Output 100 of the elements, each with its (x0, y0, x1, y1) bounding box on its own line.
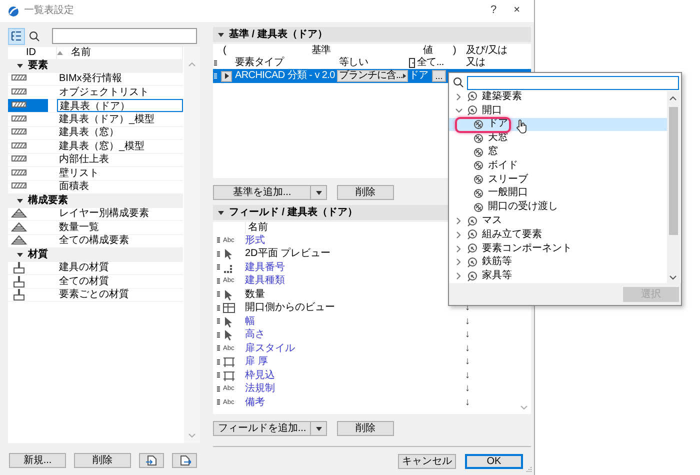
window-title: 一覧表設定 (24, 5, 74, 17)
drag-handle-icon (216, 278, 220, 285)
chevron-right-icon[interactable] (455, 244, 463, 253)
column-header: ( (222, 44, 228, 56)
list-item[interactable]: 壁リスト (8, 167, 183, 180)
frame-icon (223, 370, 235, 382)
scroll-up-icon (188, 61, 196, 67)
table-cell-text: ARCHICAD 分類 - v 2.0 (234, 70, 336, 82)
dropdown-button[interactable] (311, 185, 327, 200)
search-field[interactable] (52, 28, 197, 44)
search-field[interactable] (467, 76, 679, 90)
delete-button[interactable]: 削除 (337, 185, 394, 200)
field-name[interactable]: 開口側からのビュー (245, 302, 465, 314)
list-item[interactable]: 全ての材質 (8, 275, 183, 288)
section-header[interactable]: 基準 / 建具表（ドア） (213, 27, 531, 42)
drag-handle-icon (216, 372, 220, 380)
scroll-down-icon (669, 275, 677, 281)
caret-down-icon (314, 424, 322, 432)
file-export-icon (178, 455, 190, 466)
chevron-right-icon[interactable] (455, 230, 463, 239)
stack-icon (11, 220, 27, 234)
category-icon (467, 216, 478, 227)
field-name[interactable]: 法規制 (245, 383, 465, 396)
delete-button[interactable]: 削除 (337, 421, 394, 436)
category-icon (467, 229, 478, 240)
tree-item[interactable]: ボイド (449, 158, 667, 173)
list-item[interactable]: BIMx発行情報 (8, 72, 183, 86)
split-button[interactable]: 基準を追加... (213, 185, 311, 200)
search-icon (29, 30, 40, 42)
list-item[interactable]: 要素ごとの材質 (8, 288, 183, 302)
tree-item[interactable]: 窓 (449, 145, 667, 159)
field-name[interactable]: 扉スタイル (245, 342, 465, 355)
sort-ascending-icon (57, 51, 63, 55)
chevron-right-icon[interactable] (455, 217, 463, 226)
sort-order: ↓ (465, 356, 471, 368)
window-grid-icon (223, 302, 235, 314)
import-button[interactable] (139, 453, 164, 468)
drag-handle-icon (213, 72, 218, 80)
operator-dropdown[interactable]: ブランチに含... (337, 70, 408, 82)
browse-button[interactable]: ... (432, 70, 446, 82)
list-item[interactable]: レイヤー別構成要素 (8, 208, 183, 221)
export-button[interactable] (172, 453, 197, 468)
tree-item[interactable]: スリーブ (449, 172, 667, 187)
caret-down-icon[interactable] (16, 196, 24, 205)
field-name[interactable]: 扉 厚 (245, 356, 465, 368)
list-item[interactable]: 建具表（ドア）_模型 (8, 113, 183, 126)
sort-order: ↓ (465, 302, 471, 314)
chevron-right-icon[interactable] (455, 258, 463, 266)
field-name[interactable]: 高さ (245, 329, 465, 342)
close-button[interactable]: × (508, 4, 526, 18)
tree-item[interactable]: ドア (449, 118, 667, 132)
drag-handle-icon (216, 237, 220, 244)
category-icon (467, 91, 478, 102)
drag-handle-icon (216, 386, 220, 393)
cancel-button[interactable]: キャンセル (398, 454, 456, 469)
tree-item[interactable]: 要素コンポーネント (449, 242, 667, 256)
tree-item[interactable]: 鉄筋等 (449, 256, 667, 270)
criteria-row[interactable]: 要素タイプ 等しい 全て... 又は (213, 57, 531, 69)
caret-down-icon[interactable] (16, 62, 24, 70)
list-item[interactable]: 数量一覧 (8, 221, 183, 234)
list-item[interactable]: 建具表（窓） (8, 126, 183, 140)
drag-handle-icon (213, 60, 218, 66)
stack-icon (11, 207, 27, 220)
tree-item[interactable]: 建築要素 (449, 90, 667, 104)
field-name[interactable]: 備考 (245, 396, 465, 409)
expand-button[interactable] (221, 70, 232, 82)
scroll-down-icon (188, 433, 196, 439)
drag-handle-icon (216, 250, 220, 258)
brush-icon (11, 288, 27, 302)
sort-order: ↓ (465, 383, 471, 396)
app-logo-icon (8, 6, 19, 16)
group-label: 材質 (28, 248, 48, 261)
tree-item[interactable]: 家具等 (449, 269, 667, 283)
chevron-right-icon[interactable] (455, 272, 463, 280)
sort-order: ↓ (465, 342, 471, 355)
table-cell: ドア (409, 70, 428, 82)
chevron-down-icon[interactable] (455, 106, 463, 115)
chevron-right-icon[interactable] (455, 92, 463, 101)
help-button[interactable]: ? (484, 4, 503, 18)
button[interactable]: 削除 (74, 453, 131, 468)
hatched-circle-icon (473, 132, 484, 144)
tree-item[interactable]: 開口 (449, 104, 667, 118)
field-name[interactable]: 幅 (245, 316, 465, 328)
list-item[interactable]: 建具表（窓）_模型 (8, 140, 183, 154)
sort-order: ↓ (465, 329, 471, 342)
field-name[interactable]: 枠見込 (245, 370, 465, 382)
tree-item[interactable]: 組み立て要素 (449, 228, 667, 242)
caret-down-icon[interactable] (16, 250, 24, 259)
scrollbar[interactable] (667, 91, 680, 284)
column-header: 名前 (245, 222, 268, 234)
button[interactable]: 新規... (9, 453, 66, 468)
list-item[interactable]: 建具の材質 (8, 262, 183, 275)
list-item[interactable]: 内部仕上表 (8, 154, 183, 167)
drag-handle-icon (216, 304, 220, 312)
tree-view-button[interactable] (8, 28, 25, 44)
ok-button[interactable]: OK (465, 454, 523, 469)
sort-order: ↓ (465, 396, 471, 409)
dropdown-button[interactable] (311, 421, 327, 436)
tree-item[interactable]: 一般開口 (449, 186, 667, 200)
split-button[interactable]: フィールドを追加... (213, 421, 311, 436)
